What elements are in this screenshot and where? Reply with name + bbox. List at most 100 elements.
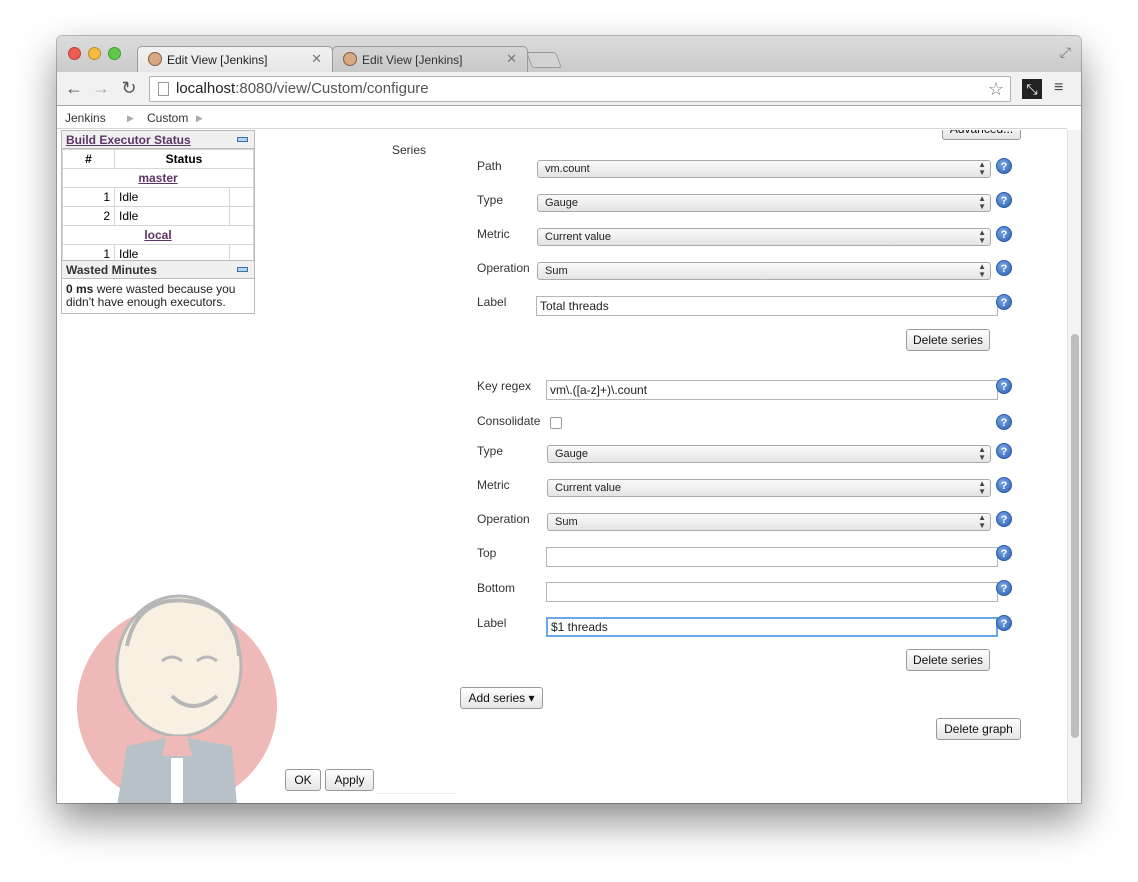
help-icon[interactable]: ? (996, 226, 1012, 242)
top-label: Top (477, 546, 497, 560)
collapse-icon[interactable] (237, 137, 248, 142)
wasted-minutes-panel: Wasted Minutes 0 ms were wasted because … (61, 260, 255, 314)
apply-button[interactable]: Apply (325, 769, 374, 791)
breadcrumb-item-custom[interactable]: Custom (147, 111, 188, 125)
delete-series-button[interactable]: Delete series (906, 649, 990, 671)
back-arrow-icon[interactable]: ← (64, 78, 84, 98)
operation-label: Operation (477, 512, 530, 526)
close-window-button[interactable] (68, 47, 81, 60)
tab-close-icon[interactable]: ✕ (311, 51, 322, 67)
browser-titlebar: Edit View [Jenkins] ✕ Edit View [Jenkins… (57, 36, 1081, 106)
executor-table: # Status master 1 Idle 2 Idle local 1 Id… (62, 149, 254, 264)
operation-select[interactable]: Sum ▲ ▼ (547, 513, 991, 531)
collapse-icon[interactable] (237, 267, 248, 272)
executor-action-cell (229, 187, 254, 207)
page-scrollbar[interactable] (1067, 130, 1081, 803)
scrollbar-thumb[interactable] (1071, 334, 1079, 738)
wasted-minutes-title: Wasted Minutes (66, 263, 157, 277)
select-arrows-icon: ▲ ▼ (978, 445, 986, 462)
ok-button[interactable]: OK (285, 769, 321, 791)
address-bar[interactable]: localhost:8080/view/Custom/configure ☆ (149, 76, 1011, 102)
add-series-button[interactable]: Add series ▾ (460, 687, 543, 709)
minimize-window-button[interactable] (88, 47, 101, 60)
label-label: Label (477, 616, 507, 630)
executor-action-cell (229, 206, 254, 226)
select-arrows-icon: ▲ ▼ (978, 194, 986, 211)
select-arrows-icon: ▲ ▼ (978, 228, 986, 245)
series-section-label: Series (392, 143, 427, 157)
help-icon[interactable]: ? (996, 378, 1012, 394)
node-local-link[interactable]: local (62, 225, 254, 245)
path-select[interactable]: vm.count ▲ ▼ (537, 160, 991, 178)
help-icon[interactable]: ? (996, 294, 1012, 310)
new-tab-button[interactable] (526, 52, 562, 68)
help-icon[interactable]: ? (996, 580, 1012, 596)
type-select[interactable]: Gauge ▲ ▼ (547, 445, 991, 463)
wasted-minutes-text: 0 ms were wasted because you didn't have… (66, 282, 236, 309)
label-input[interactable]: Total threads (536, 296, 998, 316)
metric-select[interactable]: Current value ▲ ▼ (547, 479, 991, 497)
select-arrows-icon: ▲ ▼ (978, 262, 986, 279)
jenkins-favicon-icon (148, 52, 162, 66)
address-url: localhost:8080/view/Custom/configure (176, 80, 429, 97)
operation-select[interactable]: Sum ▲ ▼ (537, 262, 991, 280)
help-icon[interactable]: ? (996, 260, 1012, 276)
browser-tab-active[interactable]: Edit View [Jenkins] ✕ (137, 46, 333, 72)
select-arrows-icon: ▲ ▼ (978, 160, 986, 177)
tab-close-icon[interactable]: ✕ (506, 51, 517, 67)
bottom-label: Bottom (477, 581, 516, 595)
type-select[interactable]: Gauge ▲ ▼ (537, 194, 991, 212)
zoom-window-button[interactable] (108, 47, 121, 60)
tab-title: Edit View [Jenkins] (167, 53, 268, 67)
select-arrows-icon: ▲ ▼ (978, 479, 986, 496)
fullscreen-icon[interactable]: ⤢ (1060, 44, 1071, 61)
select-arrows-icon: ▲ ▼ (978, 513, 986, 530)
chevron-right-icon: ▶ (127, 113, 134, 123)
breadcrumb-item-jenkins[interactable]: Jenkins (65, 111, 106, 125)
help-icon[interactable]: ? (996, 443, 1012, 459)
jenkins-favicon-icon (343, 52, 357, 66)
executor-number: 1 (62, 187, 115, 207)
key-regex-input[interactable]: vm\.([a-z]+)\.count (546, 380, 998, 400)
key-regex-label: Key regex (477, 379, 532, 393)
help-icon[interactable]: ? (996, 511, 1012, 527)
menu-icon[interactable]: ≡ (1054, 79, 1068, 97)
browser-window: Edit View [Jenkins] ✕ Edit View [Jenkins… (57, 36, 1081, 803)
consolidate-checkbox[interactable] (550, 417, 562, 429)
label-label: Label (477, 295, 507, 309)
bottom-input[interactable] (546, 582, 998, 602)
operation-label: Operation (477, 261, 530, 275)
metric-label: Metric (477, 227, 510, 241)
help-icon[interactable]: ? (996, 477, 1012, 493)
jenkins-logo-icon (77, 594, 277, 803)
help-icon[interactable]: ? (996, 615, 1012, 631)
breadcrumb: Jenkins ▶ Custom ▶ (57, 107, 1067, 129)
help-icon[interactable]: ? (996, 414, 1012, 430)
consolidate-label: Consolidate (477, 414, 541, 428)
advanced-button[interactable]: Advanced... (942, 130, 1021, 140)
forward-arrow-icon[interactable]: → (91, 78, 111, 98)
label-input[interactable]: $1 threads (546, 617, 998, 637)
divider (375, 793, 457, 794)
extension-icon[interactable]: ⤡ (1022, 79, 1042, 99)
browser-tab[interactable]: Edit View [Jenkins] ✕ (332, 46, 528, 72)
reload-icon[interactable]: ↻ (119, 78, 139, 98)
node-master-link[interactable]: master (62, 168, 254, 188)
table-row: 1 Idle (62, 187, 254, 207)
type-label: Type (477, 193, 504, 207)
top-input[interactable] (546, 547, 998, 567)
wasted-minutes-header: Wasted Minutes (62, 261, 254, 279)
help-icon[interactable]: ? (996, 545, 1012, 561)
bookmark-star-icon[interactable]: ☆ (988, 77, 1004, 101)
help-icon[interactable]: ? (996, 192, 1012, 208)
delete-series-button[interactable]: Delete series (906, 329, 990, 351)
help-icon[interactable]: ? (996, 158, 1012, 174)
type-label: Type (477, 444, 504, 458)
executor-status-title[interactable]: Build Executor Status (66, 133, 191, 147)
delete-graph-button[interactable]: Delete graph (936, 718, 1021, 740)
executor-status-header: Build Executor Status (62, 131, 254, 149)
browser-toolbar: ← → ↻ localhost:8080/view/Custom/configu… (57, 72, 1081, 106)
metric-select[interactable]: Current value ▲ ▼ (537, 228, 991, 246)
executor-number: 2 (62, 206, 115, 226)
page-content: Build Executor Status # Status master 1 … (57, 130, 1067, 803)
